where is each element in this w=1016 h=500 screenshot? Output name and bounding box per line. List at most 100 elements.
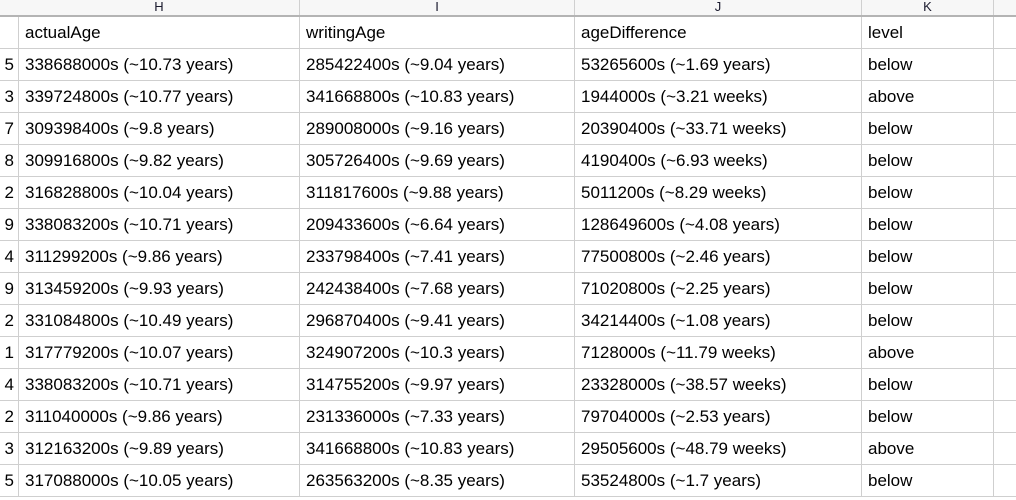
cell-col-l-partial[interactable] [994, 209, 1016, 240]
table-row[interactable]: 1 317779200s (~10.07 years) 324907200s (~1… [0, 337, 1016, 369]
cell-writing-age[interactable]: 285422400s (~9.04 years) [300, 49, 575, 80]
field-header-cell-col-g-partial[interactable] [0, 17, 19, 48]
cell-col-g-partial[interactable]: 4 [0, 369, 19, 400]
cell-age-difference[interactable]: 34214400s (~1.08 years) [575, 305, 862, 336]
cell-age-difference[interactable]: 53265600s (~1.69 years) [575, 49, 862, 80]
cell-level[interactable]: below [862, 145, 994, 176]
field-header-cell-level[interactable]: level [862, 17, 994, 48]
cell-writing-age[interactable]: 305726400s (~9.69 years) [300, 145, 575, 176]
column-header-k[interactable]: K [862, 0, 994, 15]
cell-col-l-partial[interactable] [994, 337, 1016, 368]
table-row[interactable]: 4 338083200s (~10.71 years) 314755200s (~9… [0, 369, 1016, 401]
cell-actual-age[interactable]: 338688000s (~10.73 years) [19, 49, 300, 80]
table-row[interactable]: 2 331084800s (~10.49 years) 296870400s (~9… [0, 305, 1016, 337]
field-header-cell-writing-age[interactable]: writingAge [300, 17, 575, 48]
cell-col-g-partial[interactable]: 1 [0, 337, 19, 368]
cell-age-difference[interactable]: 20390400s (~33.71 weeks) [575, 113, 862, 144]
cell-level[interactable]: below [862, 401, 994, 432]
cell-actual-age[interactable]: 317088000s (~10.05 years) [19, 465, 300, 496]
cell-age-difference[interactable]: 71020800s (~2.25 years) [575, 273, 862, 304]
cell-level[interactable]: below [862, 49, 994, 80]
cell-writing-age[interactable]: 233798400s (~7.41 years) [300, 241, 575, 272]
field-header-row[interactable]: actualAge writingAge ageDifference level [0, 17, 1016, 49]
cell-col-g-partial[interactable]: 9 [0, 273, 19, 304]
cell-level[interactable]: below [862, 209, 994, 240]
spreadsheet-grid[interactable]: HIJK actualAge writingAge ageDifference lev… [0, 0, 1016, 500]
cell-col-l-partial[interactable] [994, 113, 1016, 144]
cell-col-g-partial[interactable]: 9 [0, 209, 19, 240]
cell-col-l-partial[interactable] [994, 241, 1016, 272]
cell-actual-age[interactable]: 309916800s (~9.82 years) [19, 145, 300, 176]
cell-age-difference[interactable]: 79704000s (~2.53 years) [575, 401, 862, 432]
field-header-cell-age-difference[interactable]: ageDifference [575, 17, 862, 48]
cell-age-difference[interactable]: 53524800s (~1.7 years) [575, 465, 862, 496]
column-header-i[interactable]: I [300, 0, 575, 15]
cell-writing-age[interactable]: 314755200s (~9.97 years) [300, 369, 575, 400]
cell-level[interactable]: below [862, 113, 994, 144]
cell-actual-age[interactable]: 317779200s (~10.07 years) [19, 337, 300, 368]
table-row[interactable]: 7 309398400s (~9.8 years) 289008000s (~9.1… [0, 113, 1016, 145]
table-row[interactable]: 2 316828800s (~10.04 years) 311817600s (~9… [0, 177, 1016, 209]
cell-col-l-partial[interactable] [994, 401, 1016, 432]
cell-age-difference[interactable]: 23328000s (~38.57 weeks) [575, 369, 862, 400]
cell-col-l-partial[interactable] [994, 369, 1016, 400]
cell-actual-age[interactable]: 311040000s (~9.86 years) [19, 401, 300, 432]
cell-col-l-partial[interactable] [994, 17, 1016, 48]
cell-col-g-partial[interactable]: 2 [0, 177, 19, 208]
cell-col-l-partial[interactable] [994, 177, 1016, 208]
column-header-j[interactable]: J [575, 0, 862, 15]
cell-col-l-partial[interactable] [994, 273, 1016, 304]
cell-actual-age[interactable]: 331084800s (~10.49 years) [19, 305, 300, 336]
cell-age-difference[interactable]: 5011200s (~8.29 weeks) [575, 177, 862, 208]
cell-col-g-partial[interactable]: 8 [0, 145, 19, 176]
cell-level[interactable]: above [862, 433, 994, 464]
cell-col-l-partial[interactable] [994, 305, 1016, 336]
cell-age-difference[interactable]: 77500800s (~2.46 years) [575, 241, 862, 272]
table-row[interactable]: 5 317088000s (~10.05 years) 263563200s (~8… [0, 465, 1016, 497]
cell-col-g-partial[interactable]: 5 [0, 49, 19, 80]
cell-actual-age[interactable]: 339724800s (~10.77 years) [19, 81, 300, 112]
table-row[interactable]: 3 312163200s (~9.89 years) 341668800s (~10… [0, 433, 1016, 465]
cell-level[interactable]: below [862, 241, 994, 272]
table-row[interactable]: 5 338688000s (~10.73 years) 285422400s (~9… [0, 49, 1016, 81]
cell-writing-age[interactable]: 324907200s (~10.3 years) [300, 337, 575, 368]
cell-age-difference[interactable]: 29505600s (~48.79 weeks) [575, 433, 862, 464]
cell-level[interactable]: below [862, 369, 994, 400]
grid-body[interactable]: actualAge writingAge ageDifference level 5 33… [0, 17, 1016, 500]
cell-col-l-partial[interactable] [994, 145, 1016, 176]
table-row[interactable]: 4 311299200s (~9.86 years) 233798400s (~7.… [0, 241, 1016, 273]
cell-col-l-partial[interactable] [994, 81, 1016, 112]
cell-actual-age[interactable]: 313459200s (~9.93 years) [19, 273, 300, 304]
cell-col-g-partial[interactable]: 3 [0, 433, 19, 464]
cell-age-difference[interactable]: 128649600s (~4.08 years) [575, 209, 862, 240]
cell-level[interactable]: above [862, 337, 994, 368]
cell-level[interactable]: above [862, 81, 994, 112]
cell-col-g-partial[interactable]: 5 [0, 465, 19, 496]
cell-col-l-partial[interactable] [994, 433, 1016, 464]
cell-actual-age[interactable]: 338083200s (~10.71 years) [19, 209, 300, 240]
cell-writing-age[interactable]: 263563200s (~8.35 years) [300, 465, 575, 496]
cell-writing-age[interactable]: 242438400s (~7.68 years) [300, 273, 575, 304]
table-row[interactable]: 9 313459200s (~9.93 years) 242438400s (~7.… [0, 273, 1016, 305]
cell-age-difference[interactable]: 7128000s (~11.79 weeks) [575, 337, 862, 368]
cell-writing-age[interactable]: 231336000s (~7.33 years) [300, 401, 575, 432]
cell-level[interactable]: below [862, 305, 994, 336]
cell-col-l-partial[interactable] [994, 465, 1016, 496]
cell-actual-age[interactable]: 338083200s (~10.71 years) [19, 369, 300, 400]
cell-actual-age[interactable]: 312163200s (~9.89 years) [19, 433, 300, 464]
table-row[interactable]: 3 339724800s (~10.77 years) 341668800s (~1… [0, 81, 1016, 113]
column-header-h[interactable]: H [19, 0, 300, 15]
cell-writing-age[interactable]: 341668800s (~10.83 years) [300, 433, 575, 464]
field-header-cell-actual-age[interactable]: actualAge [19, 17, 300, 48]
table-row[interactable]: 2 311040000s (~9.86 years) 231336000s (~7.… [0, 401, 1016, 433]
cell-writing-age[interactable]: 311817600s (~9.88 years) [300, 177, 575, 208]
cell-level[interactable]: below [862, 273, 994, 304]
cell-actual-age[interactable]: 316828800s (~10.04 years) [19, 177, 300, 208]
table-row[interactable]: 8 309916800s (~9.82 years) 305726400s (~9.… [0, 145, 1016, 177]
cell-writing-age[interactable]: 289008000s (~9.16 years) [300, 113, 575, 144]
cell-level[interactable]: below [862, 465, 994, 496]
cell-col-g-partial[interactable]: 3 [0, 81, 19, 112]
cell-level[interactable]: below [862, 177, 994, 208]
cell-age-difference[interactable]: 1944000s (~3.21 weeks) [575, 81, 862, 112]
cell-actual-age[interactable]: 311299200s (~9.86 years) [19, 241, 300, 272]
